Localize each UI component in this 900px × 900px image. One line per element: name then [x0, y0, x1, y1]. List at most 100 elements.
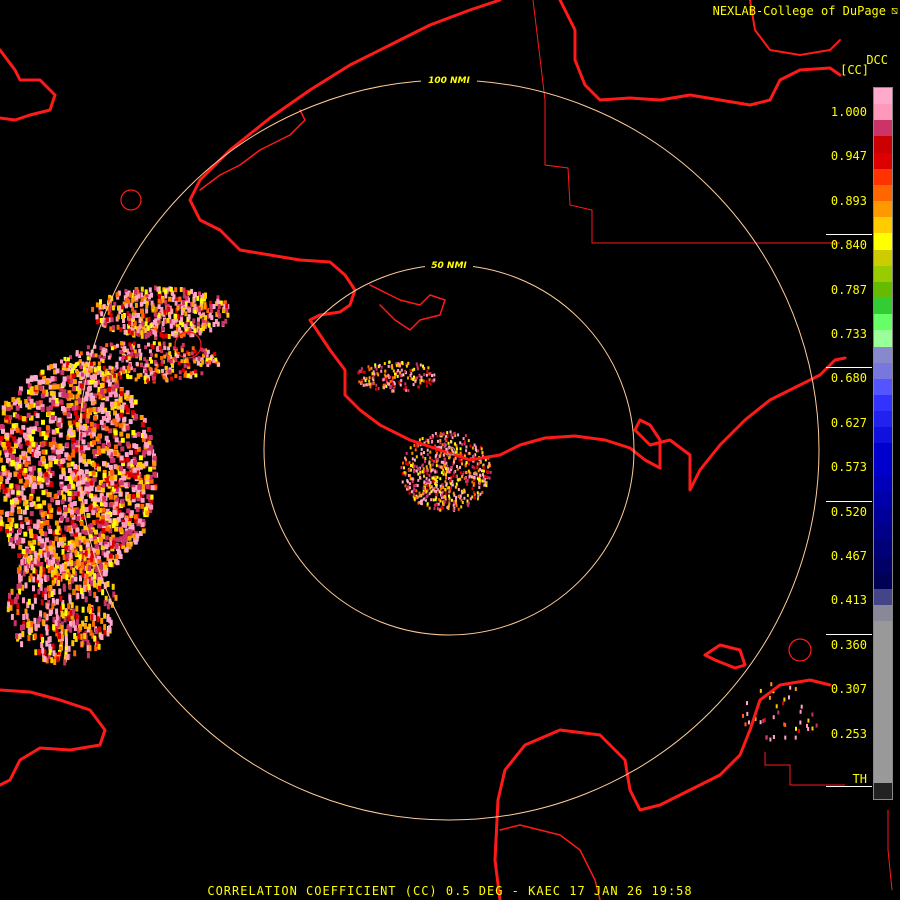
- echo-pixel: [473, 482, 476, 486]
- echo-pixel: [3, 488, 8, 494]
- echo-pixel: [103, 624, 107, 631]
- echo-pixel: [482, 469, 485, 473]
- echo-pixel: [24, 499, 29, 505]
- echo-pixel: [98, 579, 102, 586]
- echo-pixel: [100, 617, 104, 624]
- echo-pixel: [448, 455, 451, 459]
- echo-pixel: [134, 377, 138, 382]
- echo-pixel: [62, 486, 67, 492]
- echo-pixel: [201, 359, 205, 364]
- echo-pixel: [471, 487, 474, 491]
- echo-pixel: [153, 472, 157, 478]
- echo-pixel: [113, 444, 118, 450]
- echo-pixel: [16, 609, 20, 615]
- echo-pixel: [405, 458, 407, 462]
- echo-pixel: [217, 362, 221, 367]
- credit-text: NEXLAB-College of DuPage: [712, 4, 886, 18]
- echo-pixel: [125, 457, 130, 463]
- echo-pixel: [438, 498, 441, 502]
- echo-pixel: [41, 590, 45, 597]
- echo-pixel: [440, 493, 443, 497]
- echo-pixel: [71, 452, 76, 458]
- echo-pixel: [62, 376, 67, 382]
- echo-pixel: [118, 491, 123, 497]
- echo-pixel: [0, 526, 3, 531]
- echo-pixel: [410, 464, 412, 467]
- echo-pixel: [404, 484, 407, 488]
- echo-pixel: [454, 442, 457, 446]
- legend-tick-label: 0.947: [830, 149, 867, 164]
- legend-tick-label: 0.893: [830, 193, 867, 208]
- echo-pixel: [26, 622, 30, 629]
- echo-pixel: [27, 598, 31, 605]
- echo-pixel: [770, 682, 773, 687]
- echo-pixel: [148, 366, 152, 371]
- echo-pixel: [118, 397, 123, 403]
- echo-pixel: [33, 597, 37, 604]
- echo-pixel: [101, 528, 106, 533]
- echo-pixel: [179, 287, 183, 292]
- echo-pixel: [119, 536, 124, 542]
- echo-pixel: [389, 380, 392, 383]
- echo-pixel: [479, 474, 482, 477]
- echo-pixel: [97, 361, 101, 366]
- echo-pixel: [140, 503, 145, 509]
- echo-pixel: [50, 570, 54, 577]
- echo-pixel: [16, 602, 20, 609]
- echo-pixel: [452, 491, 455, 495]
- echo-pixel: [40, 512, 45, 518]
- echo-pixel: [208, 360, 212, 364]
- echo-pixel: [79, 624, 83, 631]
- echo-pixel: [119, 327, 123, 333]
- echo-pixel: [119, 466, 123, 472]
- echo-pixel: [811, 726, 814, 731]
- echo-pixel: [30, 488, 35, 494]
- echo-pixel: [190, 288, 194, 294]
- echo-pixel: [116, 549, 121, 555]
- echo-pixel: [67, 496, 72, 502]
- echo-pixel: [15, 427, 20, 433]
- echo-pixel: [438, 490, 441, 494]
- echo-pixel: [457, 433, 460, 437]
- echo-pixel: [18, 573, 21, 580]
- echo-pixel: [149, 504, 154, 510]
- echo-pixel: [440, 460, 443, 464]
- echo-pixel: [469, 444, 472, 448]
- echo-pixel: [93, 368, 97, 373]
- echo-pixel: [133, 514, 138, 520]
- echo-pixel: [87, 606, 90, 613]
- echo-pixel: [23, 482, 28, 488]
- echo-pixel: [79, 521, 84, 526]
- echo-pixel: [470, 475, 473, 479]
- echo-pixel: [41, 619, 45, 626]
- echo-pixel: [201, 326, 205, 332]
- echo-pixel: [79, 545, 83, 552]
- echo-pixel: [384, 369, 387, 373]
- echo-pixel: [86, 639, 90, 646]
- echo-pixel: [16, 593, 19, 600]
- echo-pixel: [416, 376, 418, 380]
- echo-pixel: [52, 549, 56, 556]
- echo-pixel: [404, 369, 407, 373]
- echo-pixel: [422, 467, 425, 471]
- echo-pixel: [51, 415, 55, 420]
- echo-pixel: [48, 513, 53, 519]
- echo-pixel: [43, 656, 47, 663]
- echo-pixel: [167, 306, 171, 312]
- echo-pixel: [480, 447, 483, 451]
- echo-pixel: [457, 478, 460, 482]
- echo-pixel: [221, 320, 225, 326]
- echo-pixel: [75, 509, 80, 515]
- echo-pixel: [5, 524, 10, 529]
- echo-pixel: [429, 456, 432, 460]
- echo-pixel: [87, 584, 91, 591]
- echo-pixel: [3, 496, 8, 502]
- echo-pixel: [407, 485, 410, 489]
- echo-pixel: [444, 488, 447, 491]
- echo-pixel: [473, 475, 476, 479]
- echo-pixel: [437, 464, 440, 468]
- echo-pixel: [28, 496, 33, 501]
- echo-pixel: [167, 346, 171, 351]
- echo-pixel: [423, 474, 425, 478]
- echo-pixel: [0, 457, 3, 463]
